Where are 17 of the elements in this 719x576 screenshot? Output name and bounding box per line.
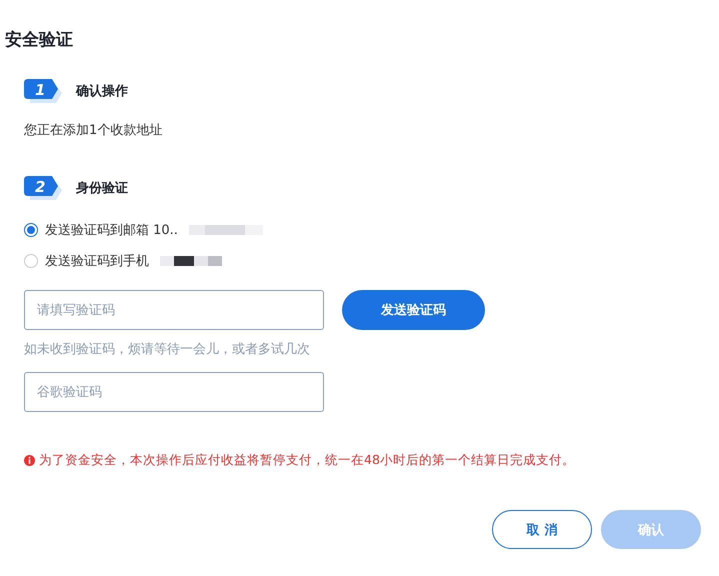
send-code-button[interactable]: 发送验证码	[342, 290, 485, 330]
cancel-button[interactable]: 取 消	[492, 510, 592, 549]
option-label[interactable]: 发送验证码到手机	[45, 252, 149, 270]
option-label[interactable]: 发送验证码到邮箱 10..	[45, 220, 178, 238]
google-code-field[interactable]: 谷歌验证码	[24, 372, 324, 412]
radio-button[interactable]	[24, 254, 38, 268]
warning-icon	[24, 455, 35, 466]
warning-text: 为了资金安全，本次操作后应付收益将暂停支付，统一在48小时后的第一个结算日完成支付。	[39, 452, 575, 469]
radio-button[interactable]	[24, 222, 38, 236]
step-title: 身份验证	[76, 180, 128, 197]
step-title: 确认操作	[76, 83, 128, 100]
step-number: 2	[35, 178, 46, 196]
dialog-title: 安全验证	[5, 29, 74, 51]
hint-text: 如未收到验证码，烦请等待一会儿，或者多试几次	[24, 341, 311, 358]
step-number: 1	[35, 81, 46, 99]
verification-code-field[interactable]: 请填写验证码	[24, 290, 324, 330]
operation-text: 您正在添加1个收款地址	[24, 122, 164, 139]
